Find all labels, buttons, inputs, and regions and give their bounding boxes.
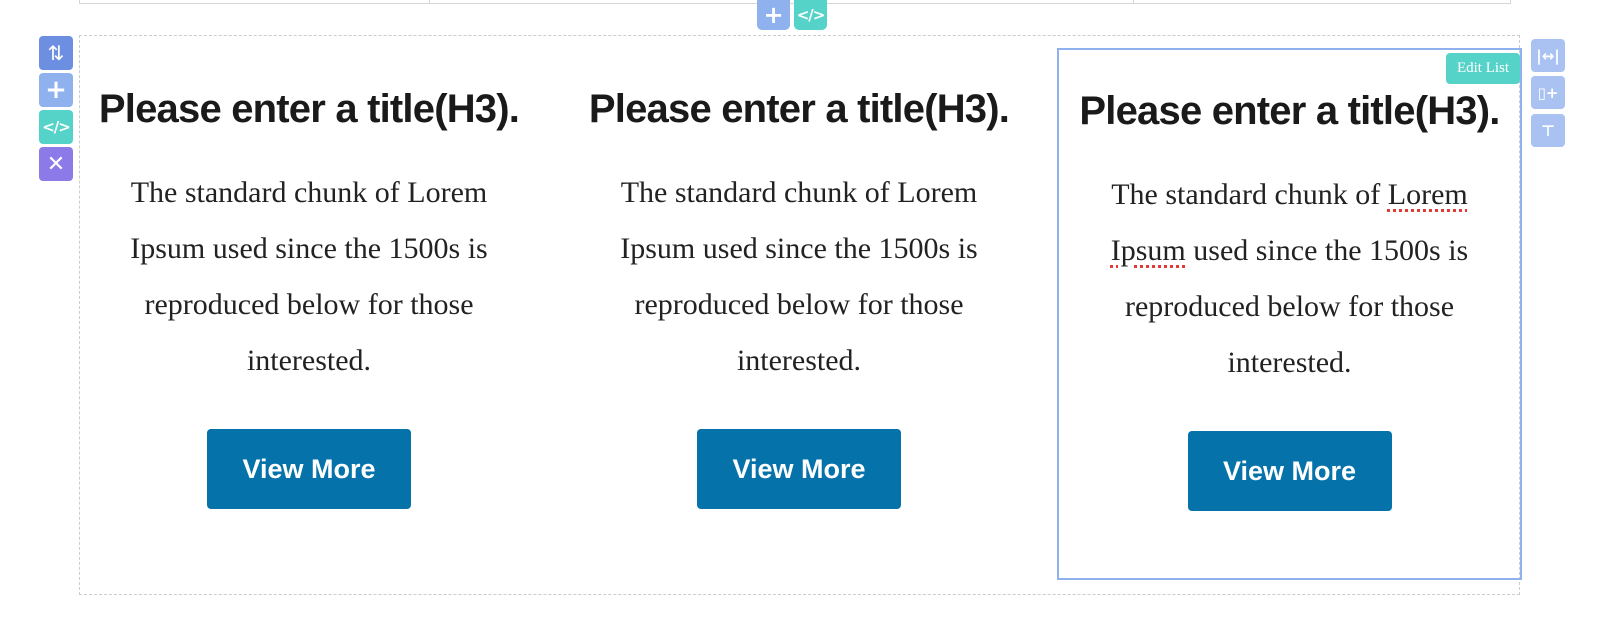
column-text[interactable]: The standard chunk of Lorem Ipsum used s… [1090,167,1490,391]
previous-block-divider [429,0,430,4]
column-title[interactable]: Please enter a title(H3). [569,85,1029,133]
misspelled-word: Lorem [1387,178,1468,211]
resize-width-icon: |↔| [1536,46,1560,65]
insert-block-button[interactable]: + [757,0,790,30]
previous-block-divider [1133,0,1134,4]
list-item-selected[interactable]: Please enter a title(H3). The standard c… [1057,48,1522,580]
plus-icon: + [45,75,67,105]
add-row-icon: ⊤ [1541,121,1555,140]
list-item[interactable]: Please enter a title(H3). The standard c… [569,48,1029,580]
column-title[interactable]: Please enter a title(H3). [79,85,539,133]
add-block-button[interactable]: + [39,73,73,107]
add-column-button[interactable]: ▯+ [1531,76,1565,109]
code-icon: </> [796,6,826,24]
close-icon: ✕ [46,151,66,177]
add-row-button[interactable]: ⊤ [1531,114,1565,147]
editor-canvas: + </> ⇅ + </> ✕ |↔| ▯+ ⊤ Please enter a … [0,0,1600,618]
code-icon: </> [42,118,71,136]
view-more-button[interactable]: View More [1187,431,1392,511]
column-text[interactable]: The standard chunk of Lorem Ipsum used s… [109,165,509,389]
move-icon: ⇅ [47,41,65,65]
text-segment: The standard chunk of [1111,178,1388,211]
view-more-button[interactable]: View More [697,429,901,509]
column-title[interactable]: Please enter a title(H3). [1059,87,1520,135]
misspelled-word: Ipsum [1110,234,1186,267]
column-text[interactable]: The standard chunk of Lorem Ipsum used s… [599,165,999,389]
view-more-button[interactable]: View More [207,429,411,509]
edit-list-button[interactable]: Edit List [1446,53,1520,84]
delete-block-button[interactable]: ✕ [39,147,73,181]
list-item[interactable]: Please enter a title(H3). The standard c… [79,48,539,580]
insert-html-button[interactable]: </> [794,0,827,30]
add-column-icon: ▯+ [1537,83,1559,102]
move-block-button[interactable]: ⇅ [39,36,73,70]
column-width-button[interactable]: |↔| [1531,39,1565,72]
plus-icon: + [763,1,784,29]
edit-html-button[interactable]: </> [39,110,73,144]
